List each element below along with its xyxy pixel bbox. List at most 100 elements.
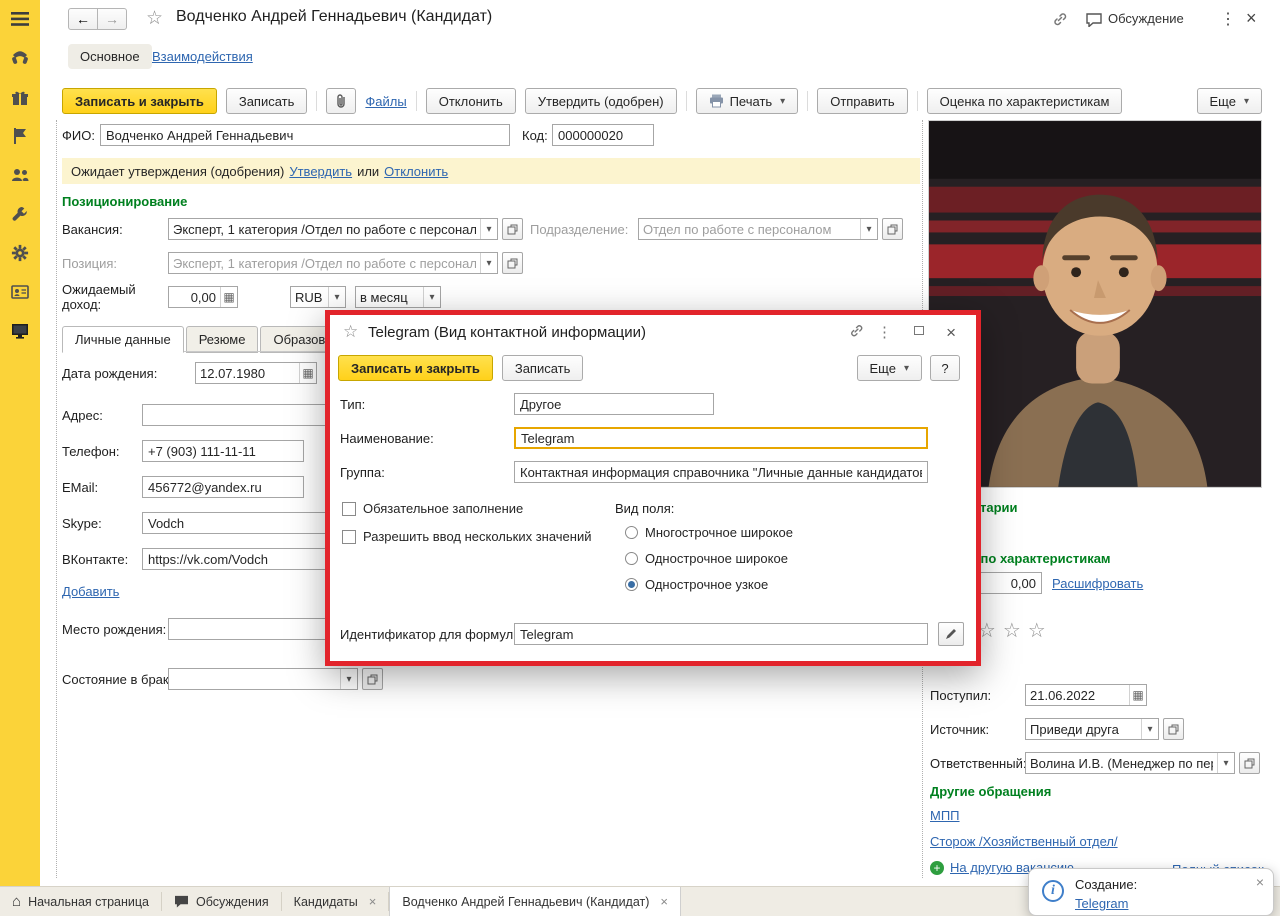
contact-card-icon[interactable] bbox=[7, 279, 33, 305]
kebab-menu-icon[interactable]: ⋮ bbox=[877, 323, 892, 341]
rating-button[interactable]: Оценка по характеристикам bbox=[926, 88, 1123, 114]
period-combobox[interactable]: ▾ bbox=[355, 286, 441, 308]
radio-singleline-wide[interactable]: Однострочное широкое bbox=[625, 551, 788, 566]
settings-icon[interactable] bbox=[7, 240, 33, 266]
link-icon[interactable] bbox=[1052, 11, 1068, 27]
maximize-icon[interactable] bbox=[914, 326, 924, 335]
attach-button[interactable] bbox=[326, 88, 357, 114]
discussion-icon[interactable] bbox=[1086, 13, 1102, 27]
back-button[interactable]: ← bbox=[68, 8, 98, 30]
currency-input[interactable] bbox=[291, 287, 328, 307]
taskbar-tab-discussions[interactable]: Обсуждения bbox=[162, 887, 281, 916]
chevron-down-icon[interactable]: ▾ bbox=[423, 287, 440, 307]
position-combobox[interactable]: ▾ bbox=[168, 252, 498, 274]
source-open-button[interactable] bbox=[1163, 718, 1184, 740]
vacancy-input[interactable] bbox=[169, 219, 480, 239]
birth-field[interactable]: ▦ bbox=[195, 362, 317, 384]
send-button[interactable]: Отправить bbox=[817, 88, 908, 114]
marital-open-button[interactable] bbox=[362, 668, 383, 690]
taskbar-tab-home[interactable]: ⌂ Начальная страница bbox=[0, 887, 161, 916]
tools-icon[interactable] bbox=[7, 201, 33, 227]
radio-multiline-wide[interactable]: Многострочное широкое bbox=[625, 525, 793, 540]
source-combobox[interactable]: ▾ bbox=[1025, 718, 1159, 740]
dialog-more-button[interactable]: Еще ▾ bbox=[856, 355, 922, 381]
department-combobox[interactable]: ▾ bbox=[638, 218, 878, 240]
formula-id-input[interactable] bbox=[514, 623, 928, 645]
position-open-button[interactable] bbox=[502, 252, 523, 274]
email-input[interactable] bbox=[142, 476, 304, 498]
radio-selected-icon[interactable] bbox=[625, 578, 638, 591]
favorite-star-icon[interactable]: ☆ bbox=[343, 322, 358, 342]
flag-icon[interactable] bbox=[7, 123, 33, 149]
employees-icon[interactable] bbox=[7, 162, 33, 188]
vacancy-combobox[interactable]: ▾ bbox=[168, 218, 498, 240]
storozh-link[interactable]: Сторож /Хозяйственный отдел/ bbox=[930, 834, 1118, 849]
name-input[interactable] bbox=[514, 427, 928, 449]
birthplace-input[interactable] bbox=[168, 618, 328, 640]
required-checkbox[interactable]: Обязательное заполнение bbox=[342, 501, 523, 516]
decode-link[interactable]: Расшифровать bbox=[1052, 576, 1143, 591]
tab-interactions[interactable]: Взаимодействия bbox=[152, 49, 253, 64]
star-icon[interactable]: ☆ bbox=[1003, 620, 1028, 642]
tab-resume[interactable]: Резюме bbox=[185, 326, 259, 353]
tab-personal-data[interactable]: Личные данные bbox=[62, 326, 184, 353]
tab-close-icon[interactable]: × bbox=[369, 894, 377, 909]
files-link[interactable]: Файлы bbox=[365, 94, 406, 109]
code-input[interactable] bbox=[552, 124, 654, 146]
address-input[interactable] bbox=[142, 404, 330, 426]
calendar-icon[interactable]: ▦ bbox=[1129, 685, 1146, 705]
save-button[interactable]: Записать bbox=[225, 88, 308, 114]
period-input[interactable] bbox=[356, 287, 423, 307]
type-input[interactable] bbox=[514, 393, 714, 415]
mpp-link[interactable]: МПП bbox=[930, 808, 960, 823]
chevron-down-icon[interactable]: ▾ bbox=[480, 219, 497, 239]
calculator-icon[interactable]: ▦ bbox=[220, 287, 237, 307]
toast-object-link[interactable]: Telegram bbox=[1075, 896, 1128, 911]
responsible-input[interactable] bbox=[1026, 753, 1217, 773]
dialog-close-icon[interactable]: × bbox=[946, 323, 956, 343]
fio-input[interactable] bbox=[100, 124, 510, 146]
approve-button[interactable]: Утвердить (одобрен) bbox=[524, 88, 677, 114]
forward-button[interactable]: → bbox=[97, 8, 127, 30]
received-field[interactable]: ▦ bbox=[1025, 684, 1147, 706]
chevron-down-icon[interactable]: ▾ bbox=[1217, 753, 1234, 773]
status-approve-link[interactable]: Утвердить bbox=[289, 164, 352, 179]
status-reject-link[interactable]: Отклонить bbox=[384, 164, 448, 179]
tab-close-icon[interactable]: × bbox=[660, 894, 668, 909]
department-open-button[interactable] bbox=[882, 218, 903, 240]
dialog-help-button[interactable]: ? bbox=[930, 355, 960, 381]
dialog-save-close-button[interactable]: Записать и закрыть bbox=[338, 355, 493, 381]
marital-input[interactable] bbox=[169, 669, 340, 689]
checkbox-icon[interactable] bbox=[342, 529, 356, 544]
star-icon[interactable]: ☆ bbox=[978, 620, 1003, 642]
checkbox-icon[interactable] bbox=[342, 501, 356, 516]
responsible-open-button[interactable] bbox=[1239, 752, 1260, 774]
formula-id-edit-button[interactable] bbox=[938, 622, 964, 646]
more-button[interactable]: Еще ▾ bbox=[1196, 88, 1262, 114]
multiple-values-checkbox[interactable]: Разрешить ввод нескольких значений bbox=[342, 529, 591, 544]
menu-icon[interactable] bbox=[7, 6, 33, 32]
tab-main[interactable]: Основное bbox=[68, 44, 152, 69]
services-icon[interactable] bbox=[7, 84, 33, 110]
marital-combobox[interactable]: ▾ bbox=[168, 668, 358, 690]
chevron-down-icon[interactable]: ▾ bbox=[328, 287, 345, 307]
link-icon[interactable] bbox=[849, 323, 864, 338]
department-input[interactable] bbox=[639, 219, 860, 239]
phone-icon[interactable] bbox=[7, 45, 33, 71]
chevron-down-icon[interactable]: ▾ bbox=[340, 669, 357, 689]
star-icon[interactable]: ☆ bbox=[1028, 620, 1053, 642]
reject-button[interactable]: Отклонить bbox=[425, 88, 516, 114]
responsible-combobox[interactable]: ▾ bbox=[1025, 752, 1235, 774]
discussion-label[interactable]: Обсуждение bbox=[1108, 11, 1184, 26]
chevron-down-icon[interactable]: ▾ bbox=[860, 219, 877, 239]
favorite-star-icon[interactable]: ☆ bbox=[146, 7, 163, 30]
income-field[interactable]: ▦ bbox=[168, 286, 238, 308]
print-button[interactable]: Печать ▾ bbox=[695, 88, 799, 114]
income-input[interactable] bbox=[169, 287, 220, 307]
taskbar-tab-candidates[interactable]: Кандидаты × bbox=[282, 887, 389, 916]
taskbar-tab-candidate-card[interactable]: Водченко Андрей Геннадьевич (Кандидат) × bbox=[389, 887, 681, 916]
group-input[interactable] bbox=[514, 461, 928, 483]
add-contact-link[interactable]: Добавить bbox=[62, 584, 119, 599]
radio-icon[interactable] bbox=[625, 552, 638, 565]
radio-singleline-narrow[interactable]: Однострочное узкое bbox=[625, 577, 768, 592]
